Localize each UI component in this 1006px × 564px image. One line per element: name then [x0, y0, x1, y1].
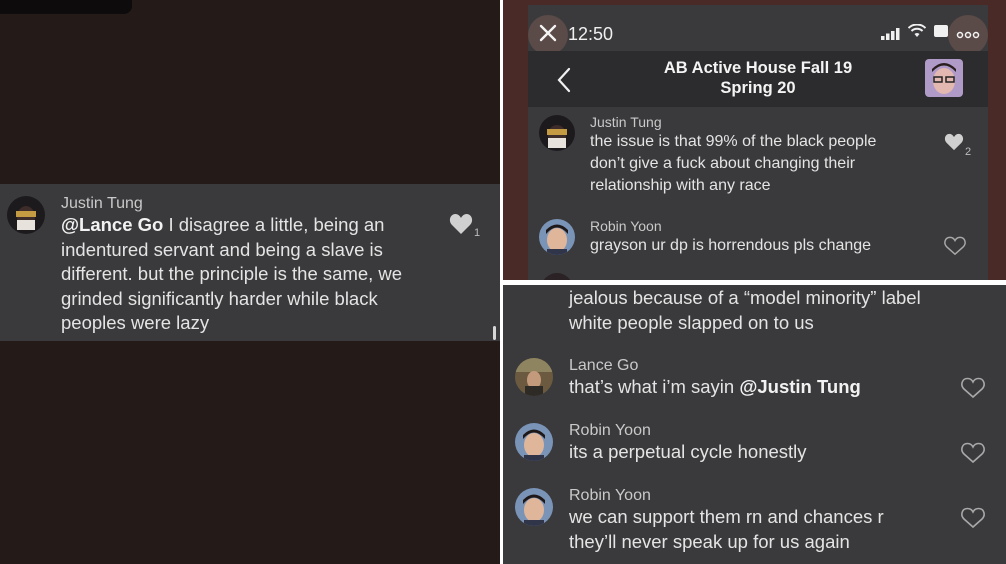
- chat-screen: 12:50 AB Active House Fall 19 Spring 20: [528, 5, 988, 280]
- status-time: 12:50: [568, 24, 614, 44]
- message-line: different. but the principle is the same…: [61, 263, 403, 284]
- mention-link[interactable]: @Justin Tung: [739, 376, 861, 397]
- bottom-right-screenshot-panel: jealous because of a “model minority” la…: [503, 285, 1006, 564]
- status-bar-fragment: [0, 0, 132, 14]
- like-count: 2: [965, 146, 972, 158]
- message-line: jealous because of a “model minority” la…: [569, 287, 921, 308]
- message-text: its a perpetual cycle honestly: [569, 440, 949, 465]
- avatar[interactable]: [539, 219, 575, 255]
- signal-icon: [881, 27, 901, 40]
- left-screenshot-panel: Justin Tung @Lance Go I disagree a littl…: [0, 0, 500, 564]
- message-text: the issue is that 99% of the black peopl…: [590, 131, 920, 197]
- message-card[interactable]: Justin Tung @Lance Go I disagree a littl…: [0, 184, 500, 341]
- avatar[interactable]: [515, 488, 553, 526]
- sender-name: Robin Yoon: [590, 218, 662, 234]
- close-icon: [538, 23, 558, 48]
- mention-link[interactable]: @Lance Go: [61, 214, 163, 235]
- heart-filled-icon[interactable]: [944, 133, 964, 151]
- close-button[interactable]: [528, 15, 568, 55]
- message-line: they’ll never speak up for us again: [569, 530, 850, 552]
- message-line: its a perpetual cycle honestly: [569, 441, 807, 462]
- message-line: that’s what i’m sayin: [569, 376, 740, 397]
- avatar[interactable]: [515, 423, 553, 461]
- heart-outline-icon[interactable]: [961, 377, 985, 399]
- heart-outline-icon[interactable]: [944, 236, 966, 256]
- more-options-icon: [956, 26, 980, 44]
- message-text: we can support them rn and chances r the…: [569, 505, 949, 554]
- heart-outline-icon[interactable]: [961, 507, 985, 529]
- sender-name: Justin Tung: [590, 114, 662, 130]
- message-line: don’t give a fuck about changing their: [590, 155, 856, 172]
- message-line: indentured servant and being a slave is: [61, 238, 383, 260]
- message-line: white people slapped on to us: [569, 311, 814, 333]
- more-options-button[interactable]: [948, 15, 988, 55]
- avatar[interactable]: [515, 358, 553, 396]
- like-count: 1: [474, 227, 481, 239]
- sender-name: Lance Go: [569, 357, 639, 374]
- heart-filled-icon[interactable]: [449, 213, 473, 235]
- avatar[interactable]: [541, 273, 573, 280]
- chat-header: AB Active House Fall 19 Spring 20: [528, 51, 988, 107]
- message-text: @Lance Go I disagree a little, being an …: [61, 213, 481, 336]
- back-chevron-icon: [557, 67, 571, 93]
- battery-icon: [934, 25, 948, 37]
- sender-name: Robin Yoon: [569, 422, 651, 439]
- message-line: the issue is that 99% of the black peopl…: [590, 133, 877, 150]
- message-line: grayson ur dp is horrendous pls change: [590, 237, 872, 254]
- group-avatar[interactable]: [925, 59, 963, 97]
- scrollbar-thumb[interactable]: [493, 326, 496, 340]
- message-line: I disagree a little, being an: [163, 214, 385, 235]
- wifi-icon: [907, 23, 927, 38]
- message-line: grinded significantly harder while black: [61, 287, 378, 309]
- message-line: relationship with any race: [590, 177, 771, 194]
- back-button[interactable]: [556, 67, 572, 93]
- heart-outline-icon[interactable]: [961, 442, 985, 464]
- sender-name: Justin Tung: [61, 195, 143, 212]
- message-text: jealous because of a “model minority” la…: [569, 286, 979, 335]
- avatar[interactable]: [7, 196, 45, 234]
- message-line: we can support them rn and chances r: [569, 506, 884, 527]
- message-text: that’s what i’m sayin @Justin Tung: [569, 375, 949, 400]
- message-text: grayson ur dp is horrendous pls change: [590, 235, 920, 257]
- message-line: peoples were lazy: [61, 312, 210, 333]
- group-subtitle: Spring 20: [720, 79, 796, 97]
- avatar[interactable]: [539, 115, 575, 151]
- top-right-screenshot-panel: 12:50 AB Active House Fall 19 Spring 20: [503, 0, 1006, 280]
- sender-name: Robin Yoon: [569, 487, 651, 504]
- group-title: AB Active House Fall 19: [663, 59, 853, 77]
